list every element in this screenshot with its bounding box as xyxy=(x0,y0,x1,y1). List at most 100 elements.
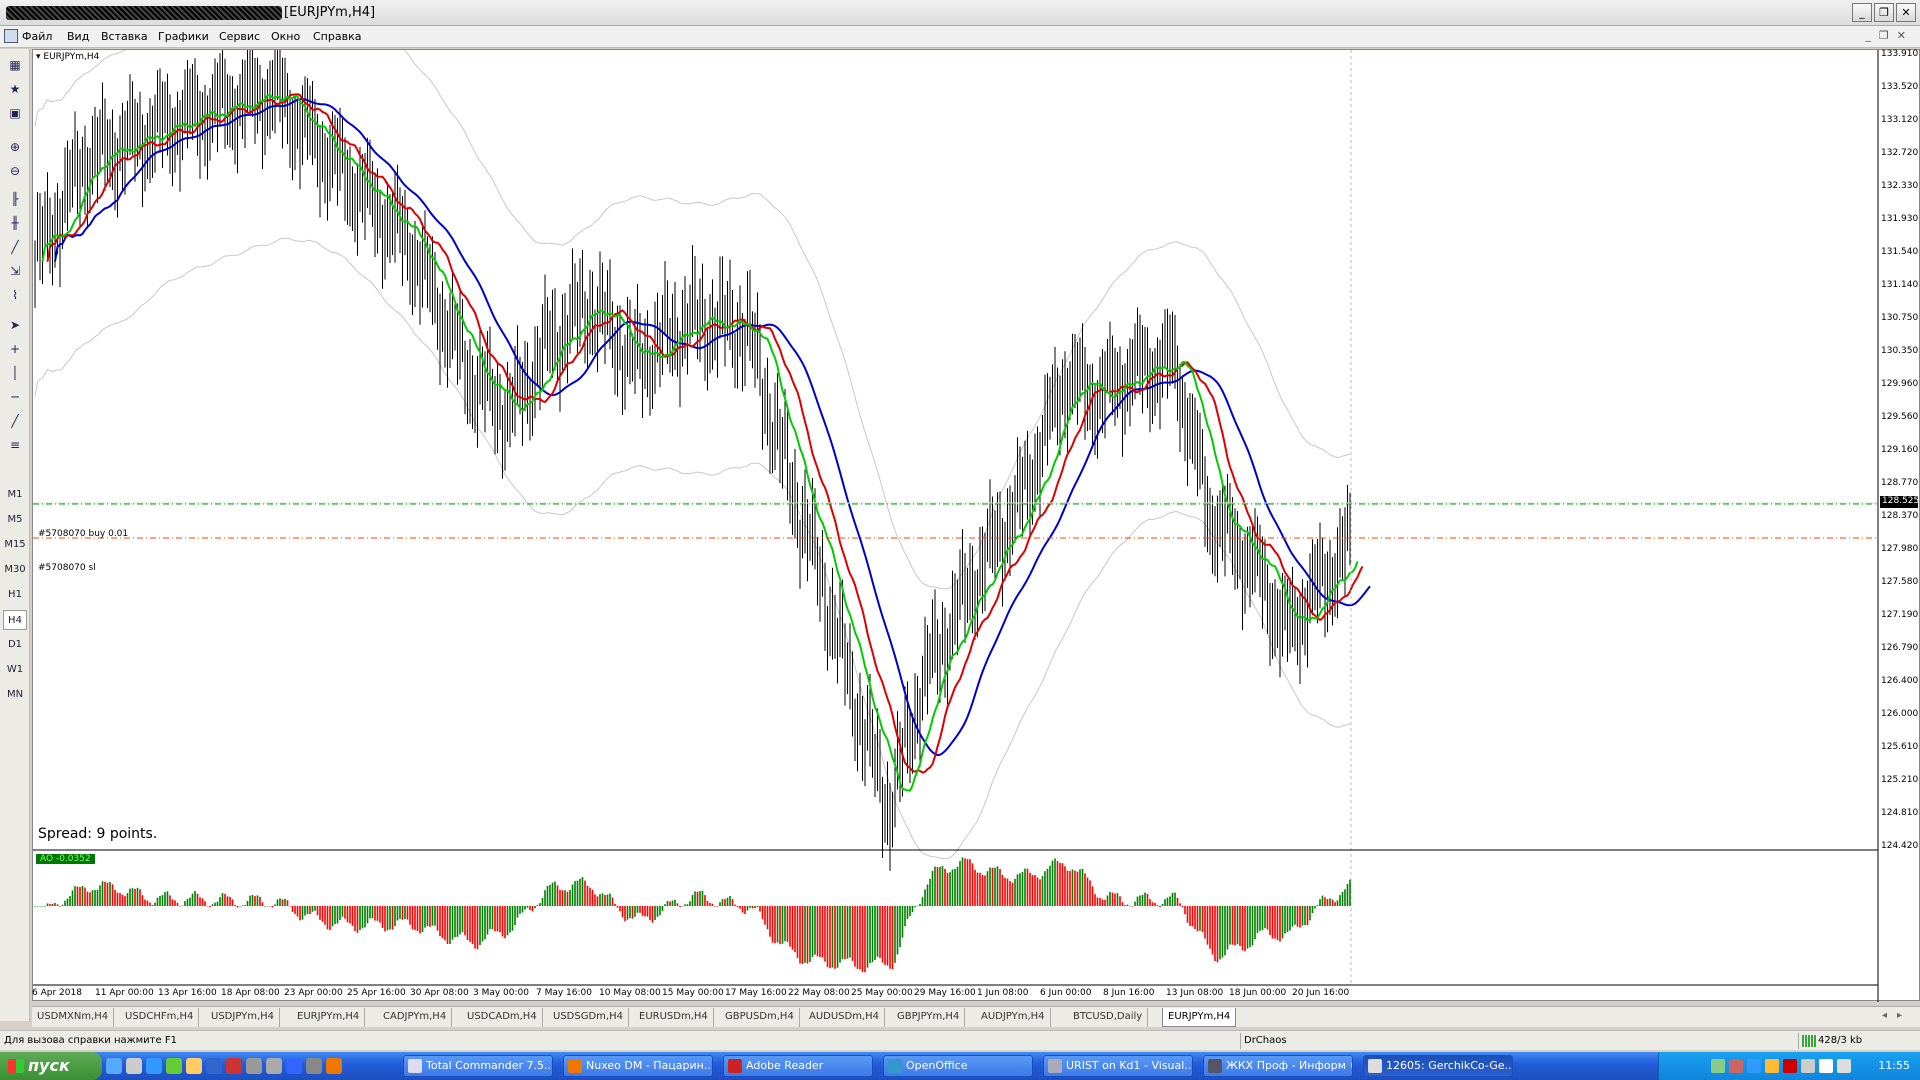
chart-tab[interactable]: EURUSDm,H4 xyxy=(634,1008,714,1027)
tray-app2-icon[interactable] xyxy=(1765,1059,1779,1073)
timeframe-w1[interactable]: W1 xyxy=(3,660,27,680)
chart-tab[interactable]: USDCHFm,H4 xyxy=(120,1008,200,1027)
timeframe-m5[interactable]: M5 xyxy=(3,510,27,530)
ao-bar xyxy=(559,889,561,906)
ao-bar xyxy=(234,904,236,906)
minimize-button[interactable]: _ xyxy=(1852,3,1872,22)
horizontal-line-icon[interactable]: ─ xyxy=(5,387,25,407)
tray-app5-icon[interactable] xyxy=(1819,1059,1833,1073)
quicklaunch-skype-icon[interactable] xyxy=(126,1058,142,1074)
quicklaunch-app-icon[interactable] xyxy=(286,1058,302,1074)
ao-bar xyxy=(1089,880,1091,906)
quicklaunch-ie-icon[interactable] xyxy=(106,1058,122,1074)
taskbar-total-commander[interactable]: Total Commander 7.5... xyxy=(403,1055,553,1077)
price-chart[interactable] xyxy=(33,50,1920,1002)
restore-button[interactable]: ❐ xyxy=(1874,3,1894,22)
zoom-out-icon[interactable]: ⊖ xyxy=(5,161,25,181)
timeframe-h1[interactable]: H1 xyxy=(3,585,27,605)
chart-tab[interactable]: USDMXNm,H4 xyxy=(32,1008,115,1027)
timeframe-m30[interactable]: M30 xyxy=(3,560,27,580)
menu-charts[interactable]: Графики xyxy=(158,30,209,43)
taskbar-label: URIST on Kd1 - Visual... xyxy=(1066,1059,1193,1072)
tab-scroll-arrows[interactable]: ◂▸ xyxy=(1882,1010,1912,1021)
new-chart-icon[interactable]: ▦ xyxy=(5,55,25,75)
profiles-icon[interactable]: ★ xyxy=(5,79,25,99)
quicklaunch-settings-icon[interactable] xyxy=(166,1058,182,1074)
ao-bar xyxy=(1186,906,1189,923)
chart-tab[interactable]: AUDUSDm,H4 xyxy=(804,1008,886,1027)
timeframe-m15[interactable]: M15 xyxy=(3,535,27,555)
quicklaunch-telegram-icon[interactable] xyxy=(146,1058,162,1074)
quicklaunch-save-icon[interactable] xyxy=(206,1058,222,1074)
cursor-icon[interactable]: ➤ xyxy=(5,315,25,335)
ao-bar xyxy=(1194,906,1196,930)
taskbar-urist[interactable]: URIST on Kd1 - Visual... xyxy=(1043,1055,1193,1077)
indicators-icon[interactable]: ⌇ xyxy=(5,285,25,305)
chart-tab[interactable]: EURJPYm,H4 xyxy=(292,1008,366,1027)
ao-bar xyxy=(64,900,66,906)
menu-window[interactable]: Окно xyxy=(271,30,300,43)
timeframe-d1[interactable]: D1 xyxy=(3,635,27,655)
ao-bar xyxy=(159,895,161,906)
chart-window[interactable] xyxy=(32,49,1920,1002)
zoom-in-icon[interactable]: ⊕ xyxy=(5,137,25,157)
chart-tab[interactable]: USDCADm,H4 xyxy=(462,1008,543,1027)
menu-view[interactable]: Вид xyxy=(67,30,89,43)
chart-tab[interactable]: USDJPYm,H4 xyxy=(206,1008,281,1027)
tray-telegram-icon[interactable] xyxy=(1747,1059,1761,1073)
bar-chart-icon[interactable]: ╟ xyxy=(5,189,25,209)
navigator-icon[interactable]: ▣ xyxy=(5,103,25,123)
quicklaunch-app2-icon[interactable] xyxy=(306,1058,322,1074)
line-chart-icon[interactable]: ╱ xyxy=(5,237,25,257)
quicklaunch-tool-icon[interactable] xyxy=(266,1058,282,1074)
ao-bar xyxy=(464,906,466,936)
mdi-controls[interactable]: _❐✕ xyxy=(1865,29,1914,42)
ao-bar xyxy=(251,894,254,906)
close-button[interactable]: ✕ xyxy=(1896,3,1916,22)
autoscroll-icon[interactable]: ⇲ xyxy=(5,261,25,281)
taskbar-zhkh[interactable]: ЖКХ Проф - Информ © xyxy=(1203,1055,1353,1077)
menu-insert[interactable]: Вставка xyxy=(101,30,148,43)
tray-volume-icon[interactable] xyxy=(1837,1059,1851,1073)
timeframe-h4[interactable]: H4 xyxy=(3,610,27,630)
tray-app3-icon[interactable] xyxy=(1783,1059,1797,1073)
crosshair-icon[interactable]: + xyxy=(5,339,25,359)
tray-app-icon[interactable] xyxy=(1729,1059,1743,1073)
chart-tab[interactable]: CADJPYm,H4 xyxy=(378,1008,453,1027)
ao-bar xyxy=(1191,906,1194,927)
candle-chart-icon[interactable]: ╫ xyxy=(5,213,25,233)
ao-bar xyxy=(856,906,859,969)
ao-bar xyxy=(1216,906,1219,963)
ao-bar xyxy=(606,894,609,906)
quicklaunch-pdf-icon[interactable] xyxy=(226,1058,242,1074)
quicklaunch-firefox-icon[interactable] xyxy=(326,1058,342,1074)
menu-help[interactable]: Справка xyxy=(313,30,361,43)
chart-tab[interactable]: AUDJPYm,H4 xyxy=(976,1008,1051,1027)
start-button[interactable]: пуск xyxy=(0,1052,102,1080)
trendline-icon[interactable]: ╱ xyxy=(5,411,25,431)
taskbar-openoffice[interactable]: OpenOffice xyxy=(883,1055,1033,1077)
taskbar-nuxeo[interactable]: Nuxeo DM - Пацарин... xyxy=(563,1055,713,1077)
time-tick: 22 May 08:00 xyxy=(788,988,850,998)
chart-symbol-label: ▾ EURJPYm,H4 xyxy=(36,52,100,62)
quicklaunch-calc-icon[interactable] xyxy=(246,1058,262,1074)
vertical-line-icon[interactable]: │ xyxy=(5,363,25,383)
ao-bar xyxy=(924,889,926,906)
taskbar-metatrader[interactable]: 12605: GerchikCo-Ge... xyxy=(1363,1055,1513,1077)
app-icon[interactable] xyxy=(4,29,18,43)
menu-tools[interactable]: Сервис xyxy=(219,30,260,43)
timeframe-m1[interactable]: M1 xyxy=(3,485,27,505)
quicklaunch-folder-icon[interactable] xyxy=(186,1058,202,1074)
chart-tab[interactable]: EURJPYm,H4 xyxy=(1162,1008,1237,1027)
tray-network-icon[interactable] xyxy=(1711,1059,1725,1073)
timeframe-mn[interactable]: MN xyxy=(3,685,27,705)
taskbar-adobe-reader[interactable]: Adobe Reader xyxy=(723,1055,873,1077)
chart-tab[interactable]: GBPUSDm,H4 xyxy=(720,1008,800,1027)
menu-file[interactable]: Файл xyxy=(22,30,52,43)
tray-app4-icon[interactable] xyxy=(1801,1059,1815,1073)
fibonacci-icon[interactable]: ≡ xyxy=(5,435,25,455)
chart-tab[interactable]: USDSGDm,H4 xyxy=(548,1008,629,1027)
ao-bar xyxy=(459,906,461,935)
chart-tab[interactable]: BTCUSD,Daily xyxy=(1068,1008,1149,1027)
chart-tab[interactable]: GBPJPYm,H4 xyxy=(892,1008,966,1027)
